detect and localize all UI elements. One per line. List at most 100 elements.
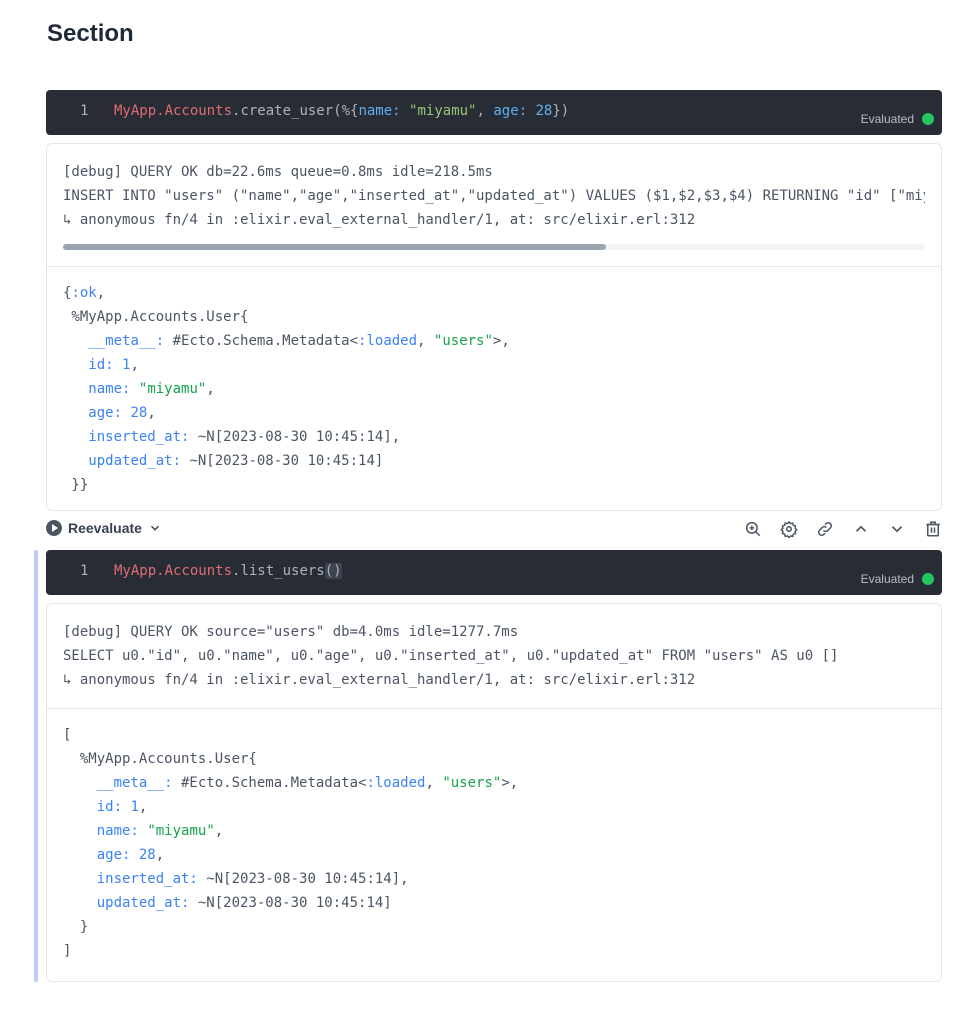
result-text: , — [425, 775, 443, 791]
result-line: updated_at: ~N[2023-08-30 10:45:14] — [63, 449, 925, 473]
result-line: __meta__: #Ecto.Schema.Metadata<:loaded,… — [63, 329, 925, 353]
result-line: %MyApp.Accounts.User{ — [63, 309, 249, 325]
result-number: 1 — [122, 357, 131, 373]
evaluation-status: Evaluated — [861, 572, 934, 586]
result-line: __meta__: #Ecto.Schema.Metadata<:loaded,… — [63, 771, 925, 795]
result-key: id: — [88, 357, 114, 373]
status-label: Evaluated — [860, 112, 914, 126]
cell-actions — [744, 520, 942, 539]
result-line: name: "miyamu", — [88, 381, 215, 397]
code-string: "miyamu" — [409, 103, 477, 119]
result-line: id: 1, — [96, 799, 148, 815]
result-key: __meta__: — [96, 775, 173, 791]
result-atom: :ok — [71, 285, 97, 301]
play-icon — [46, 520, 62, 536]
evaluation-status: Evaluated — [861, 112, 934, 126]
result-key: name: — [88, 381, 131, 397]
cell-toolbar: Reevaluate — [46, 520, 942, 544]
result-string: "users" — [442, 775, 502, 791]
result-number: 28 — [138, 847, 156, 863]
result-text: , — [96, 285, 106, 301]
reevaluate-button[interactable]: Reevaluate — [46, 520, 162, 536]
result-line: id: 1, — [88, 357, 139, 373]
log-line: [debug] QUERY OK source="users" db=4.0ms… — [63, 624, 519, 640]
status-label: Evaluated — [860, 572, 914, 586]
horizontal-scrollbar[interactable] — [63, 244, 925, 250]
result-text: >, — [501, 775, 519, 791]
code-parens: () — [324, 563, 342, 579]
result-key: inserted_at: — [96, 871, 198, 887]
cell-output-2: [debug] QUERY OK source="users" db=4.0ms… — [46, 603, 942, 982]
code-function: .create_user(%{ — [232, 103, 359, 119]
log-output[interactable]: [debug] QUERY OK db=22.6ms queue=0.8ms i… — [47, 144, 941, 250]
log-line: ↳ anonymous fn/4 in :elixir.eval_externa… — [63, 672, 696, 688]
result-output: [ %MyApp.Accounts.User{ __meta__: #Ecto.… — [47, 709, 941, 975]
code-module: MyApp.Accounts — [114, 563, 233, 579]
result-text: ~N[2023-08-30 10:45:14] — [181, 453, 384, 469]
result-string: "miyamu" — [147, 823, 215, 839]
result-key: name: — [96, 823, 139, 839]
chevron-up-icon[interactable] — [852, 520, 870, 538]
result-line: age: 28, — [88, 405, 156, 421]
scrollbar-thumb[interactable] — [63, 244, 607, 250]
result-string: "miyamu" — [138, 381, 207, 397]
result-line: ] — [63, 943, 72, 959]
focused-cell-indicator — [34, 550, 38, 982]
result-atom: :loaded — [366, 775, 426, 791]
cell-output-1: [debug] QUERY OK db=22.6ms queue=0.8ms i… — [46, 143, 942, 511]
result-line: }} — [63, 477, 89, 493]
log-output[interactable]: [debug] QUERY OK source="users" db=4.0ms… — [47, 604, 941, 692]
result-number: 1 — [130, 799, 139, 815]
result-line: [ — [63, 727, 72, 743]
result-key: __meta__: — [88, 333, 165, 349]
result-key: updated_at: — [88, 453, 182, 469]
gear-icon[interactable] — [780, 520, 798, 539]
log-line: INSERT INTO "users" ("name","age","inser… — [63, 188, 925, 204]
result-line: {:ok, — [63, 281, 925, 305]
result-text: ~N[2023-08-30 10:45:14], — [197, 871, 409, 887]
code-line[interactable]: MyApp.Accounts.create_user(%{name: "miya… — [114, 103, 569, 119]
result-text: >, — [492, 333, 510, 349]
code-editor-cell-2[interactable]: 1 MyApp.Accounts.list_users() Evaluated — [46, 550, 942, 595]
code-key: age: — [493, 103, 528, 119]
section-title[interactable]: Section — [47, 20, 134, 48]
result-key: id: — [96, 799, 123, 815]
code-editor-cell-1[interactable]: 1 MyApp.Accounts.create_user(%{name: "mi… — [46, 90, 942, 135]
result-line: updated_at: ~N[2023-08-30 10:45:14] — [63, 891, 925, 915]
line-number: 1 — [80, 103, 89, 119]
zoom-in-icon[interactable] — [744, 520, 762, 538]
result-atom: :loaded — [358, 333, 418, 349]
status-dot-icon — [922, 113, 934, 125]
code-key: name: — [358, 103, 401, 119]
code-closing: }) — [552, 103, 570, 119]
reevaluate-label: Reevaluate — [68, 520, 142, 536]
chevron-down-icon[interactable] — [148, 521, 162, 535]
code-number: 28 — [535, 103, 553, 119]
result-line: name: "miyamu", — [96, 823, 224, 839]
result-text: ~N[2023-08-30 10:45:14], — [189, 429, 401, 445]
code-module: MyApp.Accounts — [114, 103, 233, 119]
status-dot-icon — [922, 573, 934, 585]
link-icon[interactable] — [816, 520, 834, 538]
result-text: ~N[2023-08-30 10:45:14] — [189, 895, 392, 911]
chevron-down-icon[interactable] — [888, 520, 906, 538]
result-text: #Ecto.Schema.Metadata< — [164, 333, 359, 349]
log-line: SELECT u0."id", u0."name", u0."age", u0.… — [63, 648, 839, 664]
result-key: updated_at: — [96, 895, 190, 911]
result-key: age: — [88, 405, 123, 421]
line-number: 1 — [80, 563, 89, 579]
result-output: {:ok, %MyApp.Accounts.User{ __meta__: #E… — [47, 267, 941, 509]
result-key: inserted_at: — [88, 429, 190, 445]
result-line: inserted_at: ~N[2023-08-30 10:45:14], — [63, 867, 925, 891]
result-line: %MyApp.Accounts.User{ — [63, 751, 257, 767]
result-line: inserted_at: ~N[2023-08-30 10:45:14], — [63, 425, 925, 449]
code-line[interactable]: MyApp.Accounts.list_users() — [114, 563, 342, 579]
log-line: ↳ anonymous fn/4 in :elixir.eval_externa… — [63, 212, 696, 228]
result-text: #Ecto.Schema.Metadata< — [172, 775, 367, 791]
result-line: } — [63, 919, 89, 935]
result-text: , — [417, 333, 434, 349]
code-separator: , — [476, 103, 494, 119]
result-number: 28 — [130, 405, 148, 421]
result-string: "users" — [433, 333, 493, 349]
trash-icon[interactable] — [924, 520, 942, 538]
